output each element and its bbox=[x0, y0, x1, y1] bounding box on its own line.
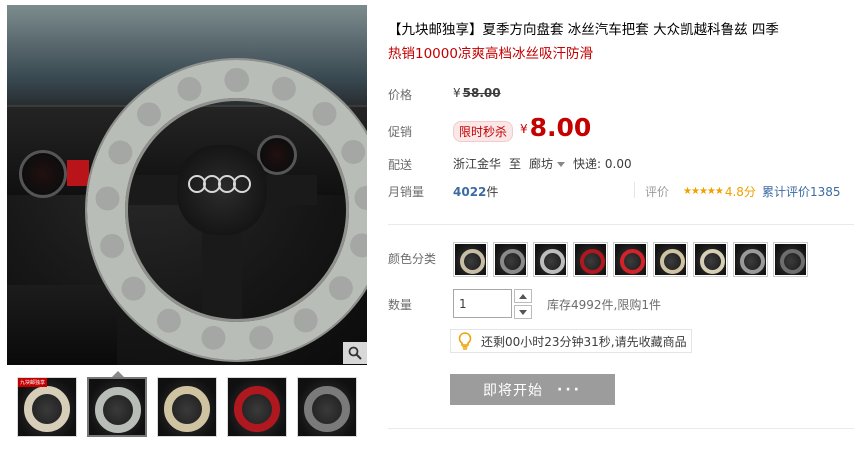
monthly-sales-label: 月销量 bbox=[388, 185, 425, 199]
button-label: 即将开始 bbox=[483, 382, 544, 399]
quantity-label: 数量 bbox=[388, 298, 413, 312]
stock-info: 库存4992件,限购1件 bbox=[547, 298, 661, 312]
quantity-increment-button[interactable] bbox=[514, 289, 532, 303]
coming-soon-button[interactable]: 即将开始 ··· bbox=[450, 374, 615, 405]
arrow-down-icon bbox=[519, 309, 527, 315]
chevron-down-icon bbox=[557, 162, 566, 167]
original-price: ¥58.00 bbox=[453, 86, 501, 100]
star-rating-icon: ★★★★★ bbox=[683, 186, 724, 197]
product-title: 【九块邮独享】夏季方向盘套 冰丝汽车把套 大众凯越科鲁兹 四季 bbox=[388, 22, 779, 38]
color-swatch[interactable] bbox=[493, 242, 528, 277]
color-swatch[interactable] bbox=[453, 242, 488, 277]
color-swatch[interactable] bbox=[693, 242, 728, 277]
color-swatch-image bbox=[655, 244, 686, 275]
express-fee: 快递: 0.00 bbox=[573, 157, 632, 171]
divider bbox=[388, 428, 854, 429]
ship-destination-select[interactable]: 廊坊 bbox=[529, 155, 566, 172]
color-swatch[interactable] bbox=[573, 242, 608, 277]
shipping-info: 浙江金华 至 廊坊 快递: 0.00 bbox=[453, 155, 632, 172]
currency-symbol: ¥ bbox=[520, 122, 528, 136]
promo-price-value: 8.00 bbox=[529, 113, 592, 142]
monthly-sales: 4022件 bbox=[453, 183, 498, 200]
image-seat bbox=[7, 285, 117, 365]
thumbnail-strip: 九块邮独享 bbox=[17, 377, 357, 437]
color-swatch[interactable] bbox=[733, 242, 768, 277]
color-swatch-image bbox=[455, 244, 486, 275]
product-subtitle: 热销10000凉爽高档冰丝吸汗防滑 bbox=[388, 46, 593, 62]
rating-info: 评价 ★★★★★ 4.8分 累计评价1385 bbox=[645, 183, 840, 200]
ship-to-word: 至 bbox=[509, 157, 522, 171]
arrow-up-icon bbox=[519, 293, 527, 299]
quantity-input[interactable] bbox=[453, 289, 512, 318]
ship-from: 浙江金华 bbox=[453, 157, 502, 171]
promo-price: ¥8.00 bbox=[520, 113, 591, 142]
magnifier-icon[interactable] bbox=[343, 342, 367, 364]
button-dots: ··· bbox=[557, 381, 582, 398]
color-swatch-image bbox=[695, 244, 726, 275]
color-swatch-image bbox=[775, 244, 806, 275]
cumulative-reviews-link[interactable]: 累计评价1385 bbox=[762, 183, 841, 200]
color-swatch-image bbox=[575, 244, 606, 275]
promo-tag: 限时秒杀 bbox=[453, 121, 514, 142]
color-swatch-list bbox=[453, 242, 808, 277]
color-swatch-image bbox=[535, 244, 566, 275]
image-steering-wheel-cover bbox=[87, 60, 367, 360]
color-label: 颜色分类 bbox=[388, 252, 437, 266]
thumbnail[interactable] bbox=[227, 377, 287, 437]
thumbnail[interactable]: 九块邮独享 bbox=[17, 377, 77, 437]
color-swatch[interactable] bbox=[533, 242, 568, 277]
countdown-notice: 还剩00小时23分钟31秒,请先收藏商品 bbox=[450, 329, 692, 353]
image-display bbox=[67, 160, 89, 186]
sales-count: 4022 bbox=[453, 185, 487, 199]
main-product-image[interactable] bbox=[7, 5, 367, 365]
color-swatch[interactable] bbox=[773, 242, 808, 277]
color-swatch-image bbox=[735, 244, 766, 275]
sales-unit: 件 bbox=[486, 185, 499, 199]
color-swatch[interactable] bbox=[613, 242, 648, 277]
rating-label: 评价 bbox=[645, 185, 670, 199]
quantity-decrement-button[interactable] bbox=[514, 305, 532, 319]
thumbnail-badge: 九块邮独享 bbox=[18, 378, 48, 387]
thumbnail-active[interactable] bbox=[87, 377, 147, 437]
countdown-text: 还剩00小时23分钟31秒,请先收藏商品 bbox=[481, 334, 687, 349]
image-gauge bbox=[19, 150, 67, 198]
thumbnail[interactable] bbox=[297, 377, 357, 437]
original-price-value: 58.00 bbox=[462, 86, 501, 100]
currency-symbol: ¥ bbox=[453, 86, 461, 100]
color-swatch-image bbox=[615, 244, 646, 275]
lightbulb-icon bbox=[455, 331, 475, 351]
color-swatch[interactable] bbox=[653, 242, 688, 277]
color-swatch-image bbox=[495, 244, 526, 275]
divider bbox=[634, 182, 635, 198]
price-label: 价格 bbox=[388, 88, 413, 102]
shipping-label: 配送 bbox=[388, 158, 413, 172]
thumbnail[interactable] bbox=[157, 377, 217, 437]
promo-label: 促销 bbox=[388, 125, 413, 139]
divider bbox=[388, 224, 854, 225]
rating-score: 4.8分 bbox=[724, 185, 756, 199]
